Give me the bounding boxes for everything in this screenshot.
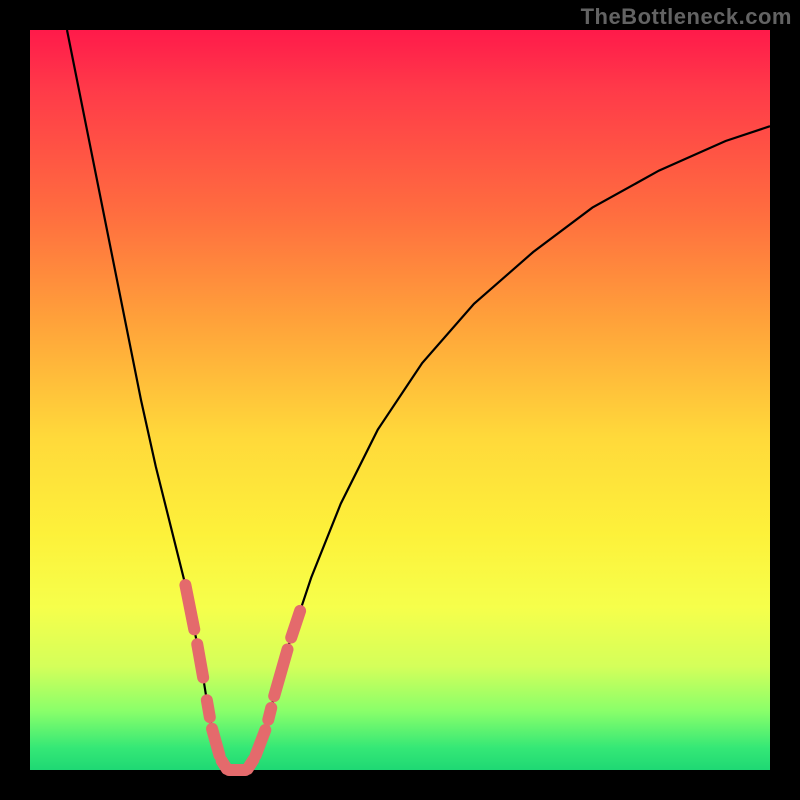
data-marker xyxy=(212,729,219,755)
chart-svg xyxy=(30,30,770,770)
data-marker xyxy=(185,585,194,629)
data-marker xyxy=(256,730,266,755)
data-marker xyxy=(248,760,254,769)
data-marker xyxy=(274,649,287,696)
data-marker xyxy=(291,611,300,638)
data-marker xyxy=(207,700,210,717)
data-marker xyxy=(268,708,271,720)
chart-frame: TheBottleneck.com xyxy=(0,0,800,800)
data-marker xyxy=(197,644,203,677)
marker-group xyxy=(185,585,300,770)
watermark-text: TheBottleneck.com xyxy=(581,4,792,30)
curve-right-branch xyxy=(247,126,770,770)
